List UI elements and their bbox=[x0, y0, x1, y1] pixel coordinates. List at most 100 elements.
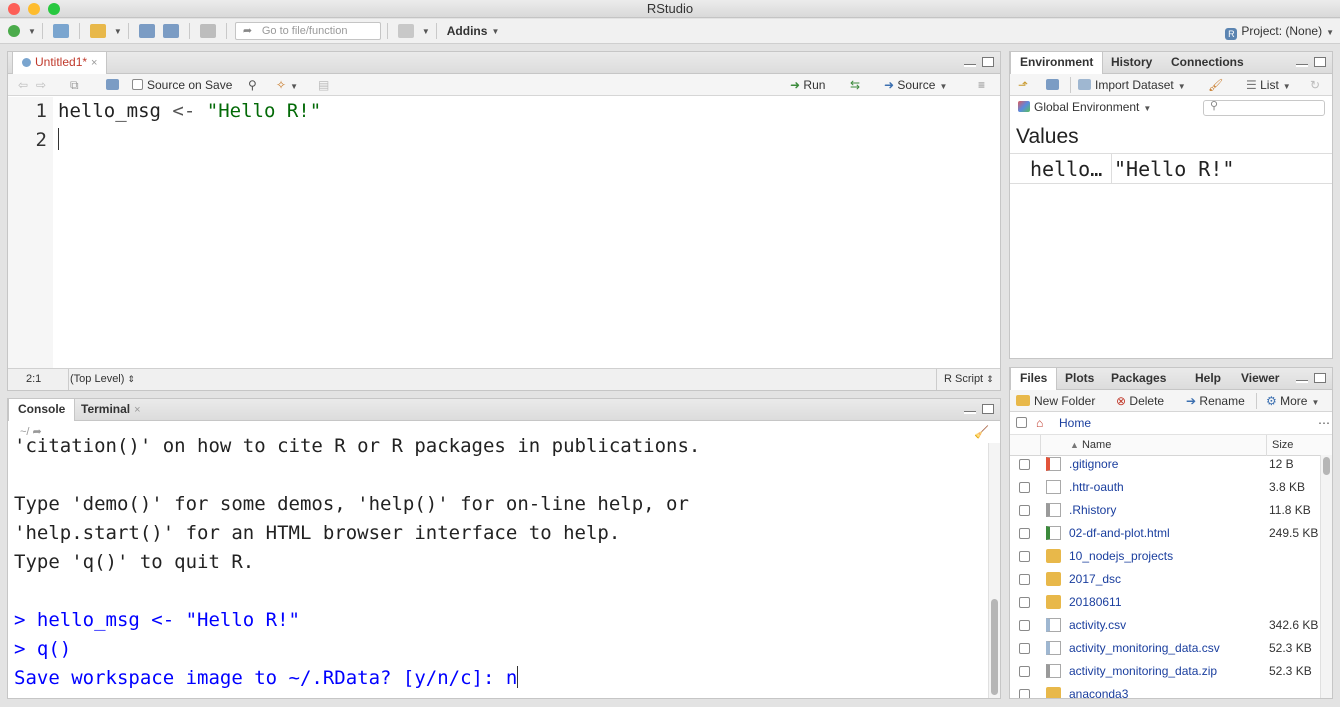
load-workspace-icon[interactable]: ⬏ bbox=[1018, 74, 1028, 96]
list-view-selector[interactable]: ☰ List ▼ bbox=[1246, 74, 1291, 96]
source-on-save-checkbox[interactable]: Source on Save bbox=[132, 74, 232, 96]
save-all-icon[interactable] bbox=[162, 24, 179, 38]
minimize-pane-button[interactable] bbox=[964, 411, 976, 414]
project-menu[interactable]: R Project: (None) ▼ bbox=[1225, 19, 1334, 44]
chevron-down-icon[interactable]: ▼ bbox=[422, 27, 430, 36]
close-icon[interactable]: × bbox=[134, 404, 140, 416]
file-name[interactable]: activity_monitoring_data.zip bbox=[1069, 660, 1217, 683]
outline-icon[interactable]: ≡ bbox=[978, 74, 985, 96]
file-checkbox[interactable] bbox=[1019, 620, 1030, 631]
file-row[interactable]: 2017_dsc bbox=[1010, 568, 1320, 591]
tab-console[interactable]: Console bbox=[8, 399, 76, 422]
file-name[interactable]: .gitignore bbox=[1069, 453, 1118, 476]
file-checkbox[interactable] bbox=[1019, 666, 1030, 677]
file-row[interactable]: anaconda3 bbox=[1010, 683, 1320, 698]
more-menu[interactable]: ⚙ More ▼ bbox=[1266, 390, 1319, 412]
file-row[interactable]: .httr-oauth 3.8 KB bbox=[1010, 476, 1320, 499]
file-checkbox[interactable] bbox=[1019, 689, 1030, 698]
more-options-icon[interactable]: ⋯ bbox=[1318, 412, 1330, 434]
print-icon[interactable] bbox=[199, 24, 216, 38]
file-checkbox[interactable] bbox=[1019, 574, 1030, 585]
tab-connections[interactable]: Connections bbox=[1162, 52, 1253, 74]
global-environment-selector[interactable]: Global Environment ▼ bbox=[1018, 96, 1151, 118]
maximize-pane-button[interactable] bbox=[1314, 57, 1326, 67]
run-button[interactable]: ➜ Run bbox=[790, 74, 825, 96]
chevron-down-icon[interactable]: ▼ bbox=[28, 27, 36, 36]
breadcrumb-home[interactable]: Home bbox=[1059, 412, 1091, 434]
magic-wand-icon[interactable]: ✧ ▼ bbox=[276, 74, 298, 96]
source-button[interactable]: ➜ Source ▼ bbox=[884, 74, 947, 96]
file-name[interactable]: .httr-oauth bbox=[1069, 476, 1124, 499]
environment-row[interactable]: hello… "Hello R!" bbox=[1010, 153, 1332, 184]
tab-untitled1[interactable]: Untitled1* × bbox=[12, 52, 108, 75]
file-row[interactable]: activity_monitoring_data.csv 52.3 KB bbox=[1010, 637, 1320, 660]
code-editor[interactable]: 1 2 hello_msg <- "Hello R!" bbox=[8, 97, 1000, 368]
file-checkbox[interactable] bbox=[1019, 643, 1030, 654]
grid-layout-icon[interactable] bbox=[397, 24, 414, 38]
minimize-pane-button[interactable] bbox=[1296, 380, 1308, 383]
save-icon[interactable] bbox=[1046, 74, 1063, 96]
tab-plots[interactable]: Plots bbox=[1056, 368, 1103, 390]
file-row[interactable]: 10_nodejs_projects bbox=[1010, 545, 1320, 568]
tab-help[interactable]: Help bbox=[1186, 368, 1230, 390]
rerun-icon[interactable]: ⇆ bbox=[850, 74, 860, 96]
show-in-window-icon[interactable]: ⧉ bbox=[70, 74, 79, 96]
file-name[interactable]: 10_nodejs_projects bbox=[1069, 545, 1173, 568]
forward-arrow-icon[interactable]: ⇨ bbox=[36, 74, 46, 96]
file-name[interactable]: anaconda3 bbox=[1069, 683, 1128, 698]
file-checkbox[interactable] bbox=[1019, 459, 1030, 470]
maximize-pane-button[interactable] bbox=[1314, 373, 1326, 383]
files-scrollbar[interactable] bbox=[1320, 455, 1332, 698]
addins-menu[interactable]: Addins bbox=[447, 24, 488, 38]
chevron-down-icon[interactable]: ▼ bbox=[491, 27, 499, 36]
open-file-icon[interactable] bbox=[89, 24, 106, 38]
environment-search-input[interactable]: ⚲ bbox=[1203, 100, 1325, 116]
refresh-icon[interactable]: ↻ bbox=[1310, 74, 1320, 96]
chevron-down-icon[interactable]: ▼ bbox=[114, 27, 122, 36]
file-type-selector[interactable]: R Script ⇕ bbox=[944, 369, 994, 390]
file-name[interactable]: activity.csv bbox=[1069, 614, 1126, 637]
search-icon[interactable]: ⚲ bbox=[248, 74, 257, 96]
code-line[interactable]: hello_msg <- "Hello R!" bbox=[58, 97, 1000, 126]
file-checkbox[interactable] bbox=[1019, 528, 1030, 539]
console-scrollbar[interactable] bbox=[988, 443, 1000, 698]
close-window-button[interactable] bbox=[8, 3, 20, 15]
file-name[interactable]: activity_monitoring_data.csv bbox=[1069, 637, 1220, 660]
tab-viewer[interactable]: Viewer bbox=[1232, 368, 1288, 390]
scope-selector[interactable]: (Top Level) ⇕ bbox=[70, 369, 135, 390]
file-row[interactable]: activity_monitoring_data.zip 52.3 KB bbox=[1010, 660, 1320, 683]
rename-button[interactable]: ➔ Rename bbox=[1186, 390, 1245, 412]
zoom-window-button[interactable] bbox=[48, 3, 60, 15]
tab-packages[interactable]: Packages bbox=[1102, 368, 1175, 390]
minimize-pane-button[interactable] bbox=[964, 64, 976, 67]
tab-environment[interactable]: Environment bbox=[1010, 52, 1104, 75]
delete-button[interactable]: ⊗ Delete bbox=[1116, 390, 1164, 412]
compile-report-icon[interactable]: ▤ bbox=[318, 74, 329, 96]
file-checkbox[interactable] bbox=[1019, 482, 1030, 493]
new-file-icon[interactable] bbox=[8, 25, 20, 37]
save-icon[interactable] bbox=[106, 74, 123, 96]
checkbox[interactable] bbox=[132, 79, 143, 90]
file-checkbox[interactable] bbox=[1019, 505, 1030, 516]
scrollbar-thumb[interactable] bbox=[991, 599, 998, 695]
new-folder-button[interactable]: New Folder bbox=[1016, 390, 1095, 412]
file-name[interactable]: 2017_dsc bbox=[1069, 568, 1121, 591]
go-to-file-input[interactable]: Go to file/function bbox=[234, 22, 381, 40]
back-arrow-icon[interactable]: ⇦ bbox=[18, 74, 28, 96]
tab-files[interactable]: Files bbox=[1010, 368, 1058, 391]
code-line[interactable] bbox=[58, 126, 1000, 155]
file-checkbox[interactable] bbox=[1019, 551, 1030, 562]
file-row[interactable]: .gitignore 12 B bbox=[1010, 453, 1320, 476]
scrollbar-thumb[interactable] bbox=[1323, 457, 1330, 475]
code-area[interactable]: hello_msg <- "Hello R!" bbox=[58, 97, 1000, 368]
select-all-checkbox[interactable] bbox=[1016, 417, 1027, 428]
file-row[interactable]: 20180611 bbox=[1010, 591, 1320, 614]
clear-workspace-icon[interactable]: 🖌 bbox=[1208, 74, 1223, 96]
close-icon[interactable]: × bbox=[91, 57, 97, 69]
file-row[interactable]: 02-df-and-plot.html 249.5 KB bbox=[1010, 522, 1320, 545]
file-row[interactable]: activity.csv 342.6 KB bbox=[1010, 614, 1320, 637]
save-icon[interactable] bbox=[138, 24, 155, 38]
tab-history[interactable]: History bbox=[1102, 52, 1161, 74]
maximize-pane-button[interactable] bbox=[982, 57, 994, 67]
minimize-pane-button[interactable] bbox=[1296, 64, 1308, 67]
